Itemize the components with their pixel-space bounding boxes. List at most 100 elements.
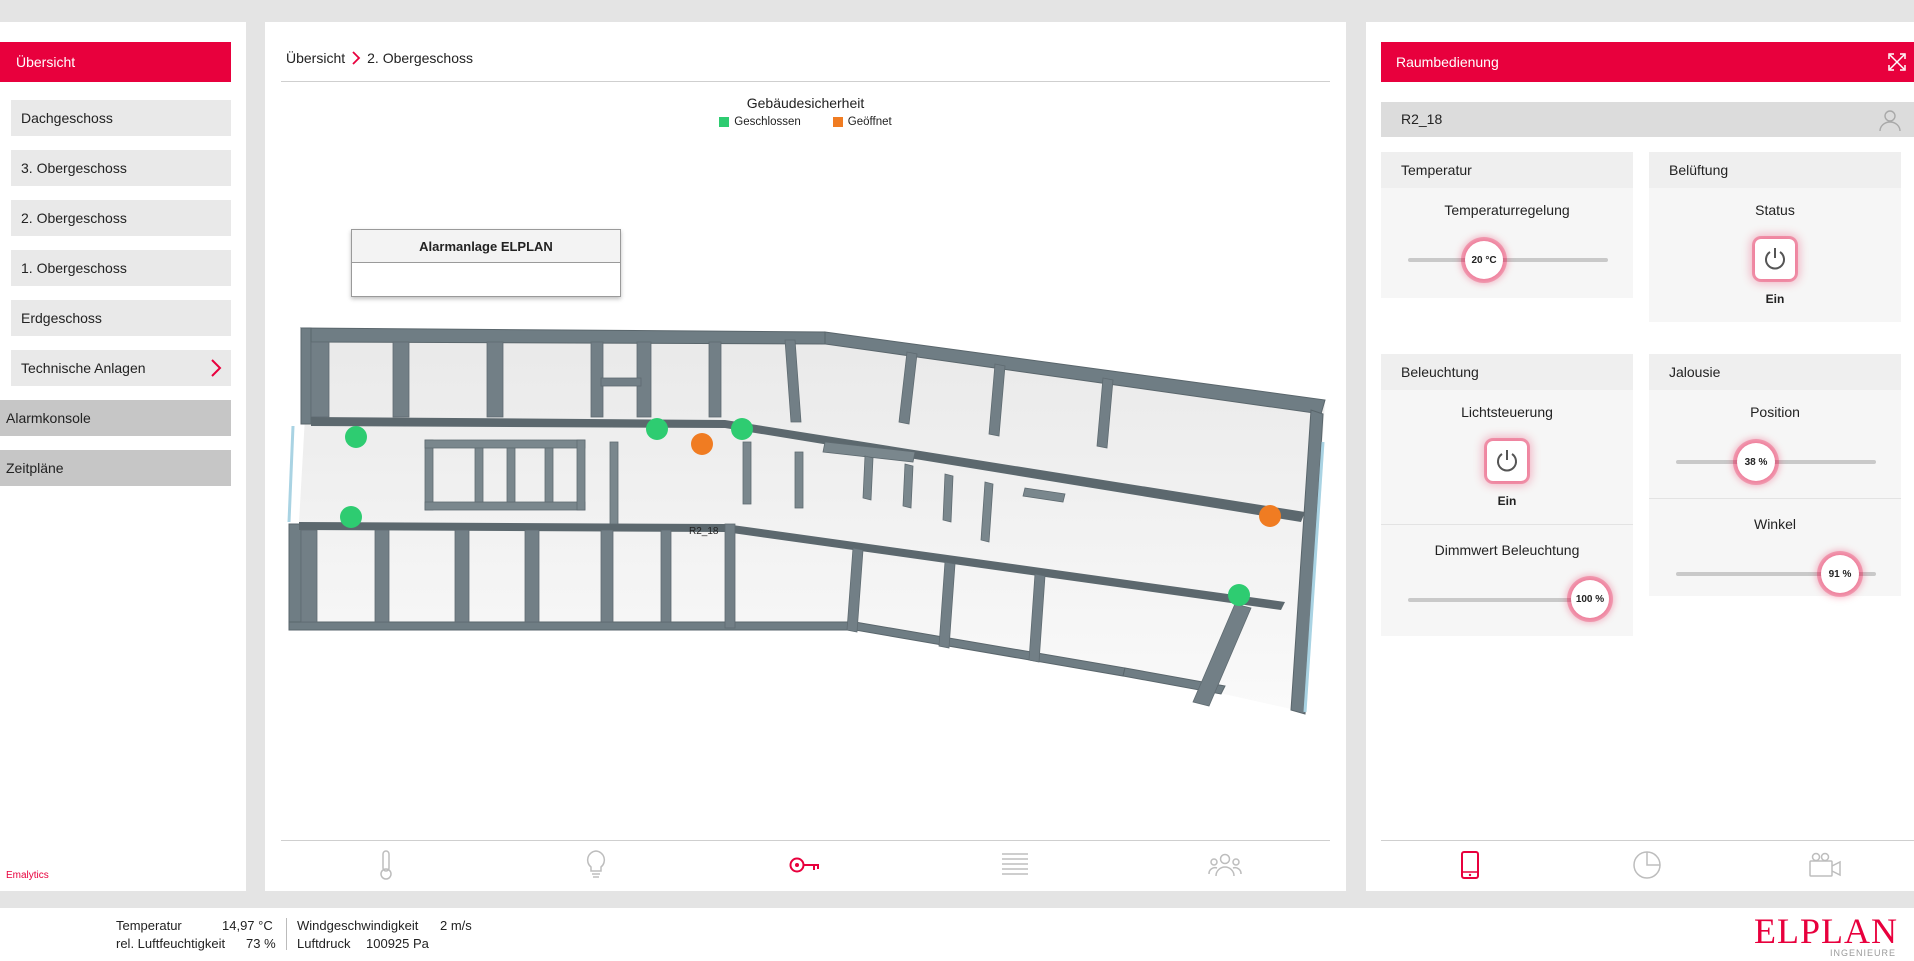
room-control-header: Raumbedienung <box>1381 42 1914 82</box>
divider <box>1381 524 1633 525</box>
blinds-position-knob[interactable]: 38 % <box>1737 443 1775 481</box>
floor-item-erdgeschoss[interactable]: Erdgeschoss <box>11 300 231 336</box>
door-status-closed[interactable] <box>1228 584 1250 606</box>
floor-label: 1. Obergeschoss <box>21 260 127 276</box>
room-control-toolbar <box>1381 845 1914 885</box>
breadcrumb-current: 2. Obergeschoss <box>367 50 473 66</box>
breadcrumb: Übersicht 2. Obergeschoss <box>286 50 473 66</box>
divider <box>1649 498 1901 499</box>
room-name: R2_18 <box>1401 111 1443 127</box>
floor-plan[interactable]: R2_18 <box>265 302 1346 742</box>
ventilation-power-button[interactable] <box>1755 239 1795 279</box>
pressure-label: Luftdruck <box>297 936 351 951</box>
thermometer-icon[interactable] <box>366 847 406 883</box>
temperature-slider-track[interactable] <box>1408 258 1608 262</box>
legend-label: Geschlossen <box>734 116 801 128</box>
lighting-control-label: Lichtsteuerung <box>1461 404 1553 420</box>
floor-item-technische-anlagen[interactable]: Technische Anlagen <box>11 350 231 386</box>
door-status-closed[interactable] <box>731 418 753 440</box>
blinds-icon[interactable] <box>995 847 1035 883</box>
mobile-icon[interactable] <box>1450 847 1490 883</box>
divider <box>1381 840 1914 841</box>
door-status-closed[interactable] <box>345 426 367 448</box>
alarm-system-popup[interactable]: Alarmanlage ELPLAN <box>351 229 621 297</box>
camera-icon[interactable] <box>1805 847 1845 883</box>
temperature-label: Temperatur <box>116 918 182 933</box>
divider <box>281 840 1330 841</box>
chevron-right-icon <box>211 359 222 377</box>
temperature-card: Temperatur Temperaturregelung 20 °C <box>1381 152 1633 298</box>
door-status-closed[interactable] <box>646 418 668 440</box>
key-icon[interactable] <box>785 847 825 883</box>
category-toolbar <box>281 845 1330 885</box>
humidity-value: 73 % <box>246 936 276 951</box>
dimmer-label: Dimmwert Beleuchtung <box>1434 542 1580 558</box>
room-selector[interactable]: R2_18 <box>1381 102 1914 137</box>
room-control-title: Raumbedienung <box>1396 54 1499 70</box>
section-label: Alarmkonsole <box>6 410 91 426</box>
floor-label: 2. Obergeschoss <box>21 210 127 226</box>
floor-label: 3. Obergeschoss <box>21 160 127 176</box>
ventilation-status-label: Status <box>1755 202 1795 218</box>
user-icon[interactable] <box>1878 108 1902 132</box>
floor-label: Technische Anlagen <box>21 360 146 376</box>
card-title: Temperatur <box>1381 152 1633 188</box>
breadcrumb-overview[interactable]: Übersicht <box>286 50 345 66</box>
expand-icon[interactable] <box>1888 53 1906 71</box>
floor-label: Dachgeschoss <box>21 110 113 126</box>
door-status-closed[interactable] <box>340 506 362 528</box>
power-icon <box>1765 248 1785 270</box>
floor-item-1-obergeschoss[interactable]: 1. Obergeschoss <box>11 250 231 286</box>
floor-label: Erdgeschoss <box>21 310 102 326</box>
people-icon[interactable] <box>1205 847 1245 883</box>
weather-footer: Temperatur 14,97 °C rel. Luftfeuchtigkei… <box>0 908 1914 961</box>
logo-text: ELPLAN <box>1754 911 1898 951</box>
swatch-open <box>832 117 843 127</box>
wind-value: 2 m/s <box>440 918 472 933</box>
floor-item-dachgeschoss[interactable]: Dachgeschoss <box>11 100 231 136</box>
legend-item-closed: Geschlossen <box>719 116 801 128</box>
dimmer-slider-knob[interactable]: 100 % <box>1571 580 1609 618</box>
blinds-angle-knob[interactable]: 91 % <box>1821 555 1859 593</box>
temperature-value: 14,97 °C <box>222 918 273 933</box>
power-icon <box>1497 450 1517 472</box>
emalytics-brand[interactable]: Emalytics <box>6 870 49 881</box>
swatch-closed <box>719 117 730 127</box>
temperature-control-label: Temperaturregelung <box>1444 202 1570 218</box>
door-status-open[interactable] <box>1259 505 1281 527</box>
logo-subtitle: INGENIEURE <box>1829 948 1896 958</box>
nav-alarmkonsole[interactable]: Alarmkonsole <box>0 400 231 436</box>
lighting-card: Beleuchtung Lichtsteuerung Ein Dimmwert … <box>1381 354 1633 636</box>
navigation-panel: Übersicht Dachgeschoss 3. Obergeschoss 2… <box>0 22 246 891</box>
pressure-value: 100925 Pa <box>366 936 429 951</box>
legend-title: Gebäudesicherheit <box>746 95 865 111</box>
section-label: Zeitpläne <box>6 460 64 476</box>
floor-view-panel: Übersicht 2. Obergeschoss Gebäudesicherh… <box>265 22 1346 891</box>
temperature-slider-knob[interactable]: 20 °C <box>1465 241 1503 279</box>
nav-zeitplaene[interactable]: Zeitpläne <box>0 450 231 486</box>
room-control-panel: Raumbedienung R2_18 Temperatur Temperatu… <box>1366 22 1914 891</box>
blinds-position-track[interactable] <box>1676 460 1876 464</box>
chevron-right-icon <box>352 51 361 65</box>
blinds-position-label: Position <box>1750 404 1800 420</box>
legend-item-open: Geöffnet <box>832 116 892 128</box>
card-title: Jalousie <box>1649 354 1901 390</box>
pie-chart-icon[interactable] <box>1627 847 1667 883</box>
nav-overview[interactable]: Übersicht <box>0 42 231 82</box>
lighting-state: Ein <box>1497 494 1517 508</box>
ventilation-card: Belüftung Status Ein <box>1649 152 1901 322</box>
floor-item-3-obergeschoss[interactable]: 3. Obergeschoss <box>11 150 231 186</box>
divider <box>281 81 1330 82</box>
legend: Geschlossen Geöffnet <box>265 116 1346 128</box>
card-title: Beleuchtung <box>1381 354 1633 390</box>
floor-item-2-obergeschoss[interactable]: 2. Obergeschoss <box>11 200 231 236</box>
room-label-r2-18[interactable]: R2_18 <box>689 526 719 537</box>
divider <box>286 918 287 950</box>
door-status-open[interactable] <box>691 433 713 455</box>
alarm-system-title: Alarmanlage ELPLAN <box>352 230 620 263</box>
lighting-power-button[interactable] <box>1487 441 1527 481</box>
blinds-card: Jalousie Position 38 % Winkel 91 % <box>1649 354 1901 596</box>
card-title: Belüftung <box>1649 152 1901 188</box>
elplan-logo: ELPLAN INGENIEURE <box>1718 912 1898 958</box>
lightbulb-icon[interactable] <box>576 847 616 883</box>
